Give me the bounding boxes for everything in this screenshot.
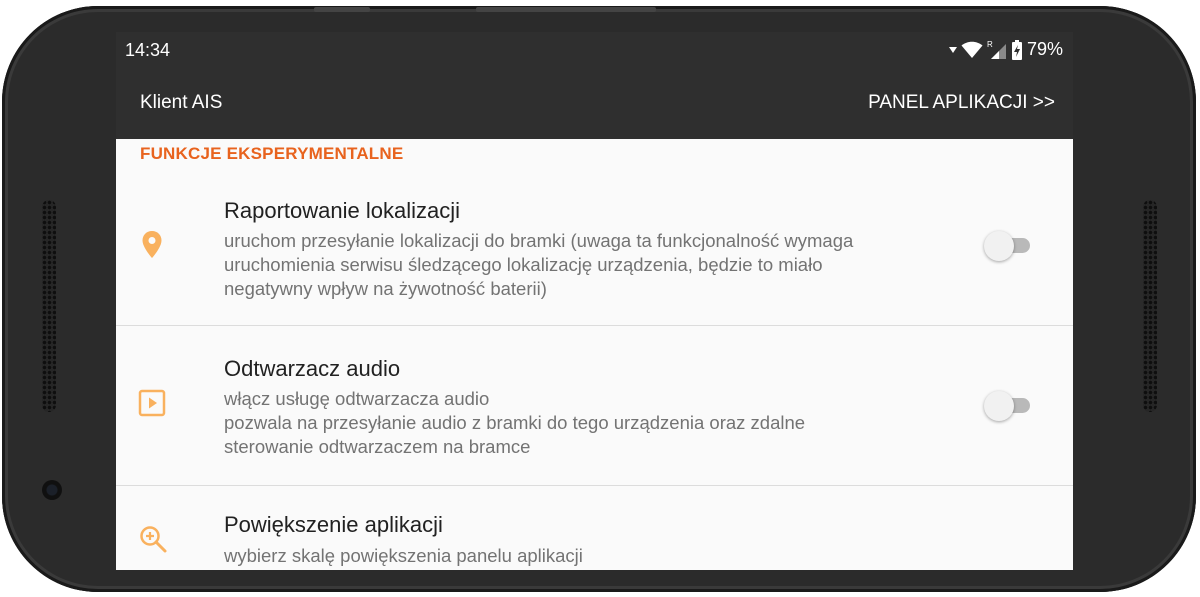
battery-charging-icon	[1011, 39, 1022, 60]
speaker-grille-right	[1143, 200, 1157, 412]
pref-summary: włącz usługę odtwarzacza audio pozwala n…	[224, 388, 806, 457]
pref-location-reporting[interactable]: Raportowanie lokalizacji uruchom przesył…	[116, 178, 1073, 324]
section-header: FUNKCJE EKSPERYMENTALNE	[140, 144, 404, 163]
play-box-icon	[138, 389, 166, 417]
pref-title: Odtwarzacz audio	[224, 356, 401, 381]
location-reporting-switch[interactable]	[984, 229, 1032, 263]
switch-thumb	[984, 231, 1014, 261]
zoom-in-icon	[140, 526, 167, 553]
front-camera	[42, 480, 62, 500]
screen: 14:34 R 79% Klient AIS PANEL APLIKACJI >…	[116, 32, 1073, 570]
wifi-icon	[961, 41, 983, 58]
svg-text:R: R	[987, 40, 993, 49]
status-icons: R 79%	[948, 39, 1063, 60]
app-bar: Klient AIS PANEL APLIKACJI >>	[116, 68, 1073, 139]
speaker-grille-left	[42, 200, 56, 412]
pref-audio-player[interactable]: Odtwarzacz audio włącz usługę odtwarzacz…	[116, 326, 1073, 484]
pref-app-zoom[interactable]: Powiększenie aplikacji wybierz skalę pow…	[116, 486, 1073, 570]
app-panel-button[interactable]: PANEL APLIKACJI >>	[868, 92, 1055, 114]
battery-percent: 79%	[1026, 39, 1063, 59]
app-title: Klient AIS	[140, 92, 223, 113]
roaming-signal-icon: R	[987, 40, 1006, 59]
pref-title: Powiększenie aplikacji	[224, 512, 443, 537]
pref-summary: wybierz skalę powiększenia panelu aplika…	[224, 545, 583, 566]
audio-player-switch[interactable]	[984, 389, 1032, 423]
pref-summary: uruchom przesyłanie lokalizacji do bramk…	[224, 230, 854, 299]
status-bar: 14:34 R 79%	[116, 32, 1073, 68]
switch-thumb	[984, 391, 1014, 421]
status-time: 14:34	[125, 40, 171, 60]
pref-title: Raportowanie lokalizacji	[224, 198, 461, 223]
phone-side-button	[476, 7, 656, 12]
location-pin-icon	[142, 231, 162, 258]
data-arrow-icon	[948, 46, 957, 53]
phone-side-button	[314, 7, 370, 12]
